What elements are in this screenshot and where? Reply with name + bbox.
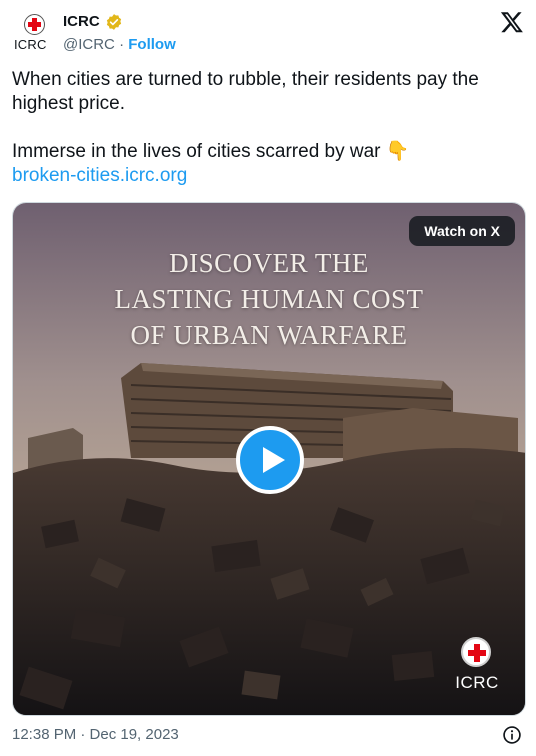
icrc-logo-text: ICRC: [455, 673, 499, 692]
red-cross-emblem-icon: [461, 637, 491, 667]
pointing-down-emoji-icon: 👇: [385, 141, 410, 162]
info-icon[interactable]: [502, 725, 522, 745]
play-icon: [263, 447, 285, 473]
icrc-watermark-logo: ICRC: [447, 635, 507, 695]
play-button[interactable]: [236, 426, 304, 494]
video-media[interactable]: DISCOVER THE LASTING HUMAN COST OF URBAN…: [12, 202, 526, 716]
account-handle[interactable]: @ICRC: [63, 36, 115, 53]
headline-line: OF URBAN WARFARE: [130, 320, 408, 350]
tweet-paragraph-text: Immerse in the lives of cities scarred b…: [12, 141, 381, 162]
red-cross-emblem-icon: [24, 14, 45, 35]
tweet-body: When cities are turned to rubble, their …: [12, 68, 522, 188]
tweet-paragraph-2: Immerse in the lives of cities scarred b…: [12, 140, 522, 164]
headline-line: DISCOVER THE: [169, 248, 369, 278]
tweet-header: ICRC ICRC @ICRC · Follow: [12, 10, 524, 60]
avatar-label: ICRC: [14, 37, 47, 52]
separator: ·: [119, 36, 125, 53]
tweet-link[interactable]: broken-cities.icrc.org: [12, 165, 187, 186]
tweet-paragraph: When cities are turned to rubble, their …: [12, 69, 479, 114]
watch-on-x-button[interactable]: Watch on X: [409, 216, 515, 246]
headline-line: LASTING HUMAN COST: [114, 284, 424, 314]
verified-badge-icon: [106, 14, 122, 30]
avatar[interactable]: ICRC: [12, 10, 58, 56]
follow-button[interactable]: Follow: [128, 36, 176, 53]
video-headline: DISCOVER THE LASTING HUMAN COST OF URBAN…: [13, 245, 525, 353]
tweet-timestamp[interactable]: 12:38 PM · Dec 19, 2023: [12, 726, 179, 743]
account-name[interactable]: ICRC: [63, 13, 100, 30]
handle-row: @ICRC · Follow: [63, 36, 176, 53]
x-logo-icon[interactable]: [500, 10, 524, 34]
